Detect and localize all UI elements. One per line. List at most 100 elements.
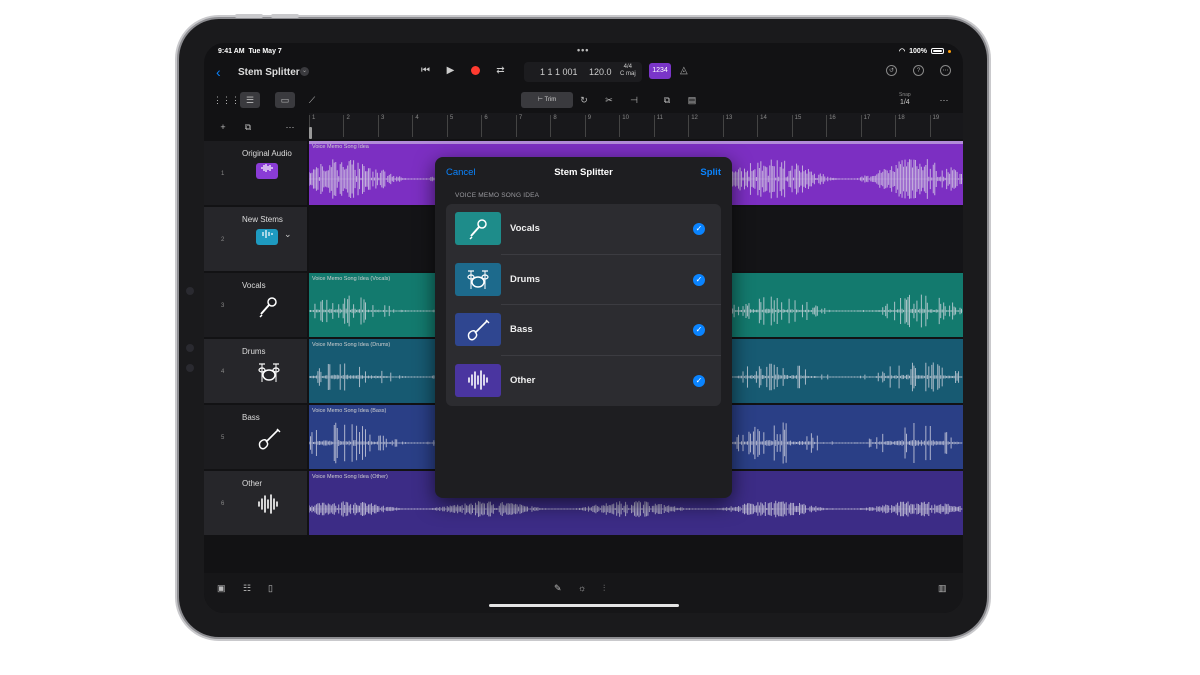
back-chevron-icon[interactable]: ‹: [216, 64, 221, 80]
pencil-icon[interactable]: ✎: [554, 583, 562, 594]
help-icon[interactable]: ?: [913, 65, 924, 76]
stem-options-list: Vocals ✓ Drums ✓ Bass ✓ Other ✓: [446, 204, 721, 406]
camera-dot: [186, 287, 194, 295]
play-button[interactable]: ▶: [443, 63, 458, 78]
lcd-display[interactable]: 1 1 1 001 120.0 4/4 C maj: [524, 62, 642, 82]
ruler-bar-number: 10: [619, 115, 629, 137]
track-number: 3: [221, 303, 225, 309]
bass-guitar-icon: [256, 427, 281, 450]
section-header: VOICE MEMO SONG IDEA: [455, 192, 540, 199]
waveform-icon: [256, 163, 278, 179]
microphone-icon: [455, 212, 501, 245]
split-scissors-icon[interactable]: ✂: [599, 92, 619, 108]
battery-icon: [931, 48, 944, 54]
track-header-toolbar: + ⧉ ⋯: [204, 113, 307, 141]
camera-dot: [186, 364, 194, 372]
add-track-icon[interactable]: +: [213, 119, 233, 135]
duplicate-track-icon[interactable]: ⧉: [238, 119, 258, 135]
mixer-sliders-icon[interactable]: ⫶: [603, 583, 605, 594]
ruler-bar-number: 14: [757, 115, 767, 137]
stem-option-label: Vocals: [510, 223, 540, 234]
metronome-icon[interactable]: ◬: [680, 65, 688, 76]
bottom-toolbar: ▣ ☷ ▯ ✎ ☼ ⫶ ▥: [204, 573, 963, 613]
stem-option-bass[interactable]: Bass ✓: [446, 305, 721, 356]
region-label: Voice Memo Song Idea (Vocals): [312, 276, 391, 282]
keyboard-icon[interactable]: ▥: [938, 583, 947, 594]
inspector-icon[interactable]: ▯: [268, 583, 273, 594]
ruler-bar-number: 15: [791, 115, 801, 137]
app-screen: 9:41 AM Tue May 7 ••• ◠ 100% ‹ Stem Spli…: [204, 43, 963, 613]
mixer-toggle-icon[interactable]: ☷: [243, 583, 251, 594]
header-bar: ‹ Stem Splitter ⌄ ⏮ ▶ ⇄ 1 1 1 001 120.0 …: [204, 59, 963, 85]
stem-option-vocals[interactable]: Vocals ✓: [446, 204, 721, 255]
tempo-value: 120.0: [589, 67, 612, 77]
status-bar: 9:41 AM Tue May 7 ••• ◠ 100%: [204, 43, 963, 59]
chevron-down-icon[interactable]: ⌄: [284, 229, 292, 240]
track-number: 6: [221, 501, 225, 507]
track-more-icon[interactable]: ⋯: [280, 119, 300, 135]
trim-button[interactable]: ⊢ Trim: [521, 92, 573, 108]
stem-option-drums[interactable]: Drums ✓: [446, 255, 721, 305]
stem-option-other[interactable]: Other ✓: [446, 356, 721, 407]
track-header[interactable]: Other 6: [204, 471, 307, 535]
multitask-dots-icon[interactable]: •••: [577, 45, 589, 55]
region-view-icon[interactable]: ▭: [275, 92, 295, 108]
dialog-title: Stem Splitter: [554, 167, 613, 178]
tracks-view-icon[interactable]: ☰: [240, 92, 260, 108]
stem-option-label: Other: [510, 374, 536, 386]
ruler-bar-number: 7: [515, 115, 522, 137]
undo-icon[interactable]: ↺: [886, 65, 897, 76]
grid-view-icon[interactable]: ⋮⋮⋮: [213, 92, 240, 108]
other-waveform-icon: [455, 363, 501, 397]
toolbar-more-icon[interactable]: ⋯: [934, 92, 954, 108]
rewind-button[interactable]: ⏮: [418, 63, 433, 78]
ruler-bar-number: 5: [446, 115, 453, 137]
chevron-down-icon[interactable]: ⌄: [300, 67, 309, 76]
playhead-handle[interactable]: [309, 127, 312, 139]
paste-icon[interactable]: ▤: [682, 92, 702, 108]
track-name: Bass: [242, 413, 260, 422]
track-number: 1: [221, 171, 225, 177]
ruler-bar-number: 8: [550, 115, 557, 137]
track-header[interactable]: Vocals 3: [204, 273, 307, 337]
checkmark-icon[interactable]: ✓: [693, 273, 705, 286]
count-in-button[interactable]: 1234: [649, 63, 671, 79]
track-header[interactable]: Drums 4: [204, 339, 307, 403]
join-icon[interactable]: ⊣: [624, 92, 644, 108]
timeline-ruler[interactable]: 1 2 3 4 5 6 7 8 9 10 11 12 13 14 15 16 17 18 19: [309, 113, 963, 139]
ruler-bar-number: 6: [481, 115, 488, 137]
track-header[interactable]: Bass 5: [204, 405, 307, 469]
split-button[interactable]: Split: [700, 167, 721, 178]
track-number: 4: [221, 369, 225, 375]
checkmark-icon[interactable]: ✓: [693, 374, 705, 387]
privacy-indicator: [948, 49, 951, 53]
transport-controls: ⏮ ▶ ⇄: [418, 63, 508, 78]
record-button[interactable]: [471, 66, 480, 75]
ruler-bar-number: 18: [895, 115, 905, 137]
region-label: Voice Memo Song Idea (Other): [312, 474, 388, 480]
home-indicator: [489, 604, 679, 607]
bass-guitar-icon: [455, 313, 501, 346]
checkmark-icon[interactable]: ✓: [693, 324, 705, 336]
track-header[interactable]: Original Audio 1: [204, 141, 307, 205]
checkmark-icon[interactable]: ✓: [693, 223, 705, 235]
track-name: Other: [242, 479, 263, 488]
status-time: 9:41 AM Tue May 7: [218, 48, 282, 55]
snap-control[interactable]: Snap 1/4: [899, 91, 911, 107]
plugins-icon[interactable]: ☼: [578, 583, 586, 593]
drum-kit-icon: [455, 262, 501, 296]
track-number: 2: [221, 237, 225, 243]
loop-icon[interactable]: ↻: [574, 92, 594, 108]
stems-icon: [256, 229, 278, 245]
wifi-icon: ◠: [898, 48, 906, 55]
cycle-button[interactable]: ⇄: [493, 63, 508, 78]
copy-icon[interactable]: ⧉: [657, 92, 677, 108]
browser-icon[interactable]: ▣: [217, 583, 226, 594]
volume-button: [235, 14, 263, 18]
more-icon[interactable]: ⋯: [940, 65, 951, 76]
track-header[interactable]: New Stems 2 ⌄: [204, 207, 307, 271]
project-title[interactable]: Stem Splitter: [238, 67, 300, 78]
ruler-bar-number: 3: [377, 115, 384, 137]
automation-icon[interactable]: ⟋: [302, 92, 322, 108]
microphone-icon: [256, 295, 278, 318]
